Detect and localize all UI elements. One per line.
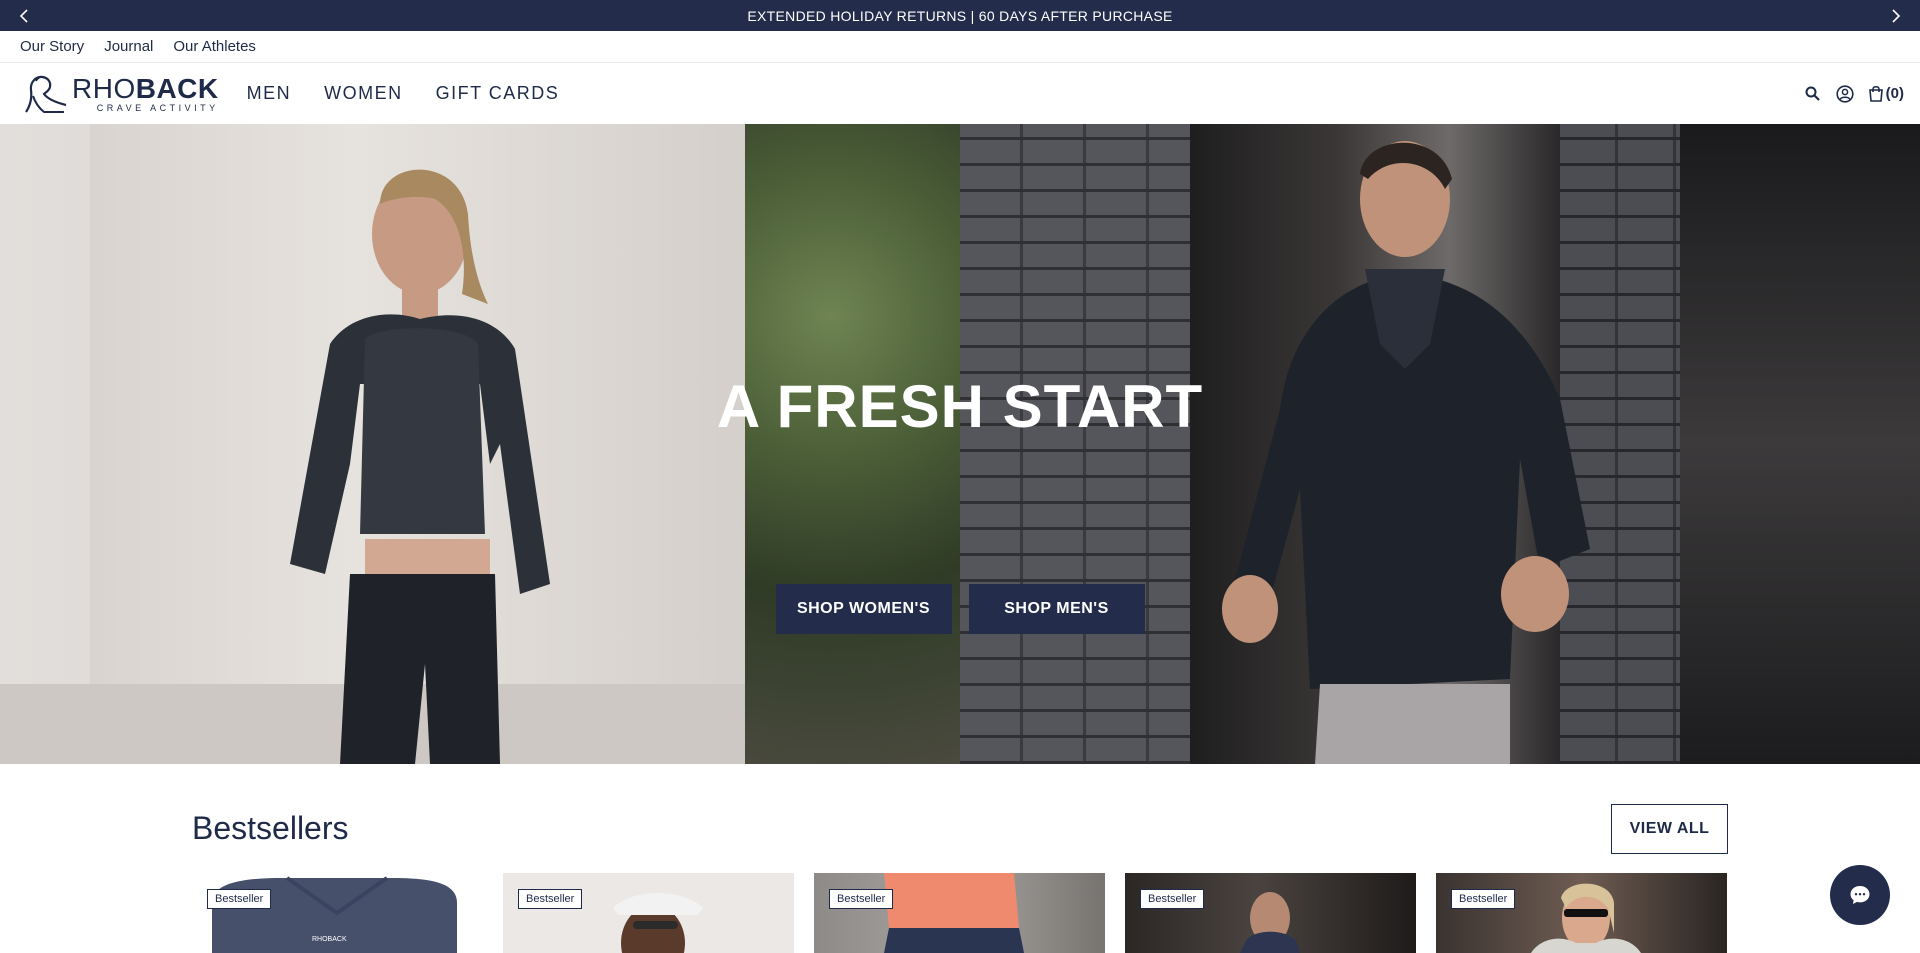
product-card[interactable]: RHOBACK Bestseller (192, 873, 483, 953)
woman-runner-image (290, 169, 550, 764)
utility-link-our-athletes[interactable]: Our Athletes (173, 38, 256, 55)
main-header: RHOBACK CRAVE ACTIVITY MEN WOMEN GIFT CA… (0, 63, 1920, 124)
cart-button[interactable]: (0) (1868, 85, 1904, 102)
product-card[interactable]: Bestseller (503, 873, 794, 953)
bestseller-badge: Bestseller (829, 889, 894, 909)
chat-bubble-icon[interactable] (1830, 865, 1890, 925)
utility-link-our-story[interactable]: Our Story (20, 38, 84, 55)
shop-mens-button[interactable]: SHOP MEN'S (968, 584, 1145, 634)
nav-gift-cards[interactable]: GIFT CARDS (436, 83, 560, 104)
dog-logo-icon (25, 75, 67, 113)
bestseller-badge: Bestseller (1140, 889, 1205, 909)
hero-banner: A FRESH START SHOP WOMEN'S SHOP MEN'S (0, 124, 1920, 764)
hero-buttons: SHOP WOMEN'S SHOP MEN'S (0, 584, 1920, 634)
header-icons: (0) (1804, 63, 1904, 124)
bestseller-badge: Bestseller (1451, 889, 1516, 909)
product-image (503, 873, 794, 953)
product-card[interactable]: Bestseller (1436, 873, 1727, 953)
man-runner-image (1222, 141, 1590, 764)
cart-count: (0) (1885, 85, 1904, 102)
svg-text:RHOBACK: RHOBACK (312, 936, 347, 943)
search-icon[interactable] (1804, 85, 1822, 103)
shop-womens-button[interactable]: SHOP WOMEN'S (775, 584, 952, 634)
hero-title: A FRESH START (716, 373, 1204, 440)
main-nav: MEN WOMEN GIFT CARDS (247, 83, 560, 104)
nav-men[interactable]: MEN (247, 83, 292, 104)
bestseller-badge: Bestseller (207, 889, 272, 909)
cart-icon (1868, 85, 1883, 102)
announcement-text: EXTENDED HOLIDAY RETURNS | 60 DAYS AFTER… (747, 7, 1173, 24)
bestsellers-carousel: RHOBACK Bestseller Bestseller Bestseller (192, 873, 1727, 953)
logo[interactable]: RHOBACK CRAVE ACTIVITY (20, 72, 219, 116)
announcement-bar: EXTENDED HOLIDAY RETURNS | 60 DAYS AFTER… (0, 0, 1920, 31)
nav-women[interactable]: WOMEN (324, 83, 403, 104)
product-card[interactable]: Bestseller (1125, 873, 1416, 953)
chevron-right-icon[interactable] (1876, 0, 1916, 31)
logo-tagline: CRAVE ACTIVITY (96, 102, 219, 113)
product-image (1125, 873, 1416, 953)
product-image: RHOBACK (192, 873, 483, 953)
chevron-left-icon[interactable] (4, 0, 44, 31)
utility-nav: Our Story Journal Our Athletes (0, 31, 1920, 63)
product-image (814, 873, 1105, 953)
product-image (1436, 873, 1727, 953)
account-icon[interactable] (1836, 84, 1854, 103)
hero-image-women (0, 124, 960, 764)
product-card[interactable]: Bestseller (814, 873, 1105, 953)
view-all-button[interactable]: VIEW ALL (1611, 804, 1728, 854)
bestseller-badge: Bestseller (518, 889, 583, 909)
logo-text-back: BACK (135, 72, 219, 104)
utility-link-journal[interactable]: Journal (104, 38, 153, 55)
logo-text-rho: RHO (72, 72, 136, 104)
bestsellers-title: Bestsellers (192, 810, 349, 846)
